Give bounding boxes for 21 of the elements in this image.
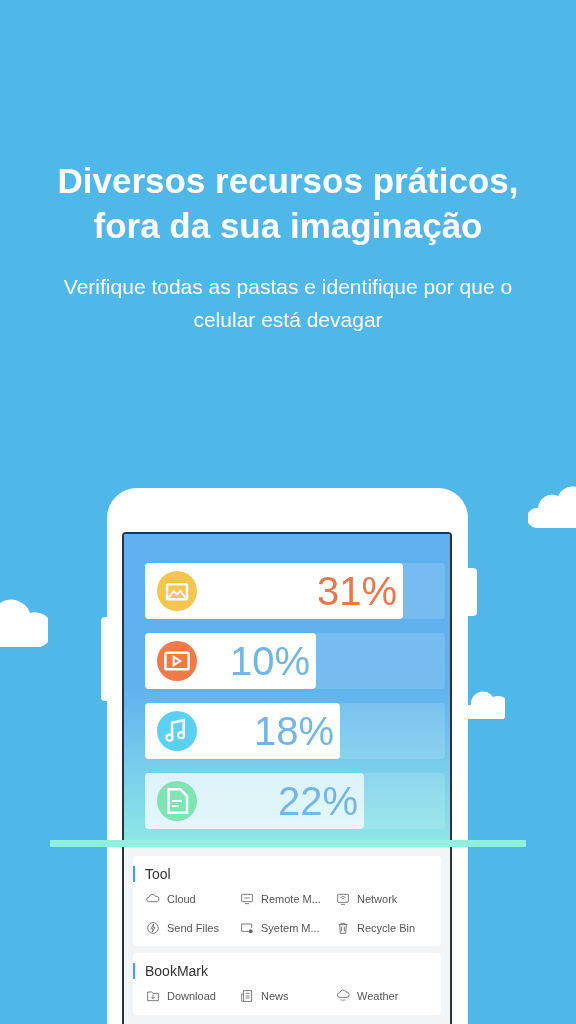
- headline: Diversos recursos práticos,: [57, 160, 519, 202]
- section-title: Tool: [133, 866, 429, 882]
- tool-item[interactable]: Remote M...: [239, 891, 335, 908]
- tool-item[interactable]: Recycle Bin: [335, 919, 435, 936]
- tool-item[interactable]: Cloud: [145, 891, 239, 908]
- subtitle: Verifique todas as pastas e identifique por que o celular está devagar: [62, 274, 514, 333]
- percentage: 18%: [253, 711, 334, 751]
- tool-item[interactable]: Network: [335, 891, 435, 908]
- percentage: 22%: [277, 781, 358, 821]
- section-title: BookMark: [133, 963, 429, 979]
- percentage: 10%: [229, 641, 310, 681]
- headline: fora da sua imaginação: [93, 205, 483, 247]
- tool-item[interactable]: News: [239, 988, 335, 1005]
- tool-item[interactable]: Weather: [335, 988, 435, 1005]
- newspaper-icon: [239, 988, 255, 1005]
- tool-item[interactable]: Download: [145, 988, 239, 1005]
- percentage: 31%: [316, 571, 397, 611]
- tool-item[interactable]: Send Files: [145, 919, 239, 936]
- tool-item[interactable]: Syetem M...: [239, 919, 335, 936]
- lightning-icon: [145, 919, 161, 936]
- wifi-monitor-icon: [335, 891, 351, 908]
